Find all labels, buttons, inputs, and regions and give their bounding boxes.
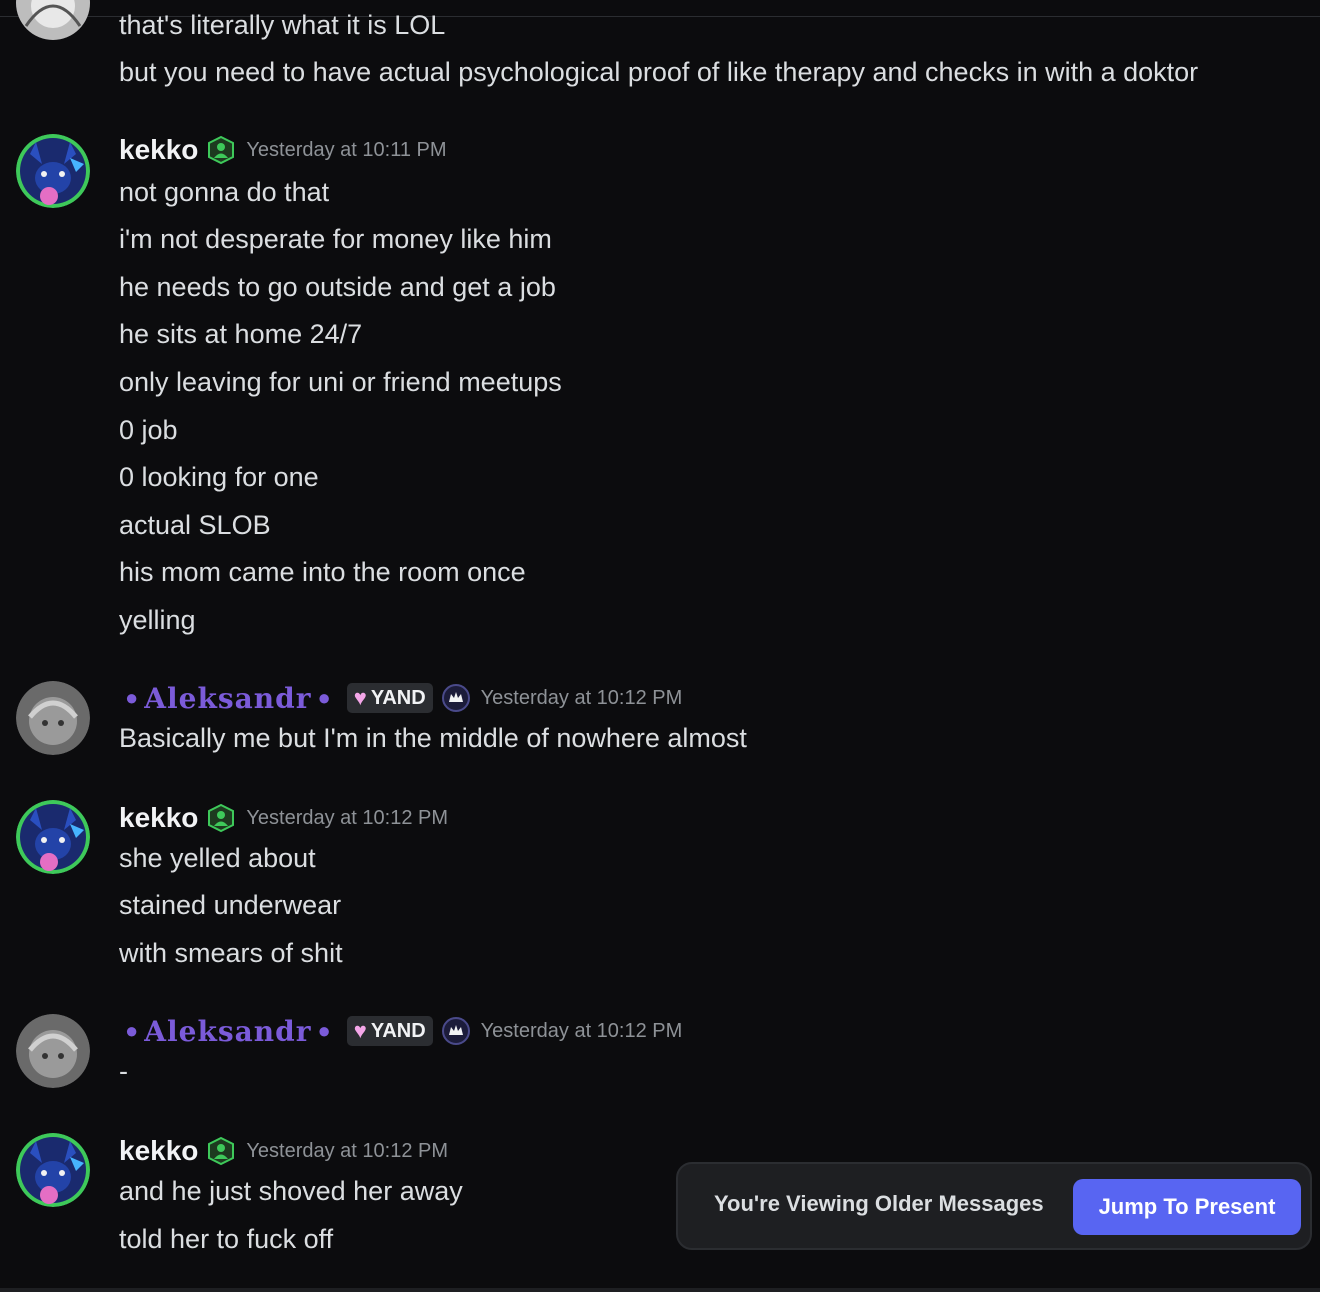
person-badge-icon[interactable] bbox=[206, 135, 236, 165]
avatar[interactable] bbox=[16, 800, 90, 874]
message-header: ● Aleksandr ● ♥ YAND Yesterday at 10:12 P… bbox=[119, 681, 682, 715]
username[interactable]: Aleksandr bbox=[144, 682, 311, 715]
message-line: and he just shoved her away bbox=[119, 1176, 463, 1206]
message-header: kekko Yesterday at 10:12 PM bbox=[119, 801, 448, 835]
avatar[interactable] bbox=[16, 681, 90, 755]
message-line: i'm not desperate for money like him bbox=[119, 224, 552, 254]
message-header: ● Aleksandr ● ♥ YAND Yesterday at 10:12 P… bbox=[119, 1014, 682, 1048]
username[interactable]: kekko bbox=[119, 802, 198, 834]
bottom-divider bbox=[0, 1288, 1320, 1292]
older-messages-text: You're Viewing Older Messages bbox=[714, 1191, 1044, 1216]
guild-tag[interactable]: ♥ YAND bbox=[346, 683, 433, 713]
message-line: told her to fuck off bbox=[119, 1224, 334, 1254]
message-line: with smears of shit bbox=[119, 938, 343, 968]
message-line: - bbox=[119, 1056, 128, 1086]
person-badge-icon[interactable] bbox=[206, 1136, 236, 1166]
avatar[interactable] bbox=[16, 0, 90, 40]
message-line: that's literally what it is LOL bbox=[119, 10, 446, 40]
message-line: 0 job bbox=[119, 415, 178, 445]
older-messages-banner: You're Viewing Older Messages Jump To Pr… bbox=[676, 1162, 1312, 1250]
username[interactable]: kekko bbox=[119, 1135, 198, 1167]
avatar[interactable] bbox=[16, 1014, 90, 1088]
bullet-icon: ● bbox=[125, 685, 139, 710]
bullet-icon: ● bbox=[317, 685, 331, 710]
message-line: he needs to go outside and get a job bbox=[119, 272, 556, 302]
message-list: that's literally what it is LOL but you … bbox=[0, 0, 1320, 1292]
timestamp: Yesterday at 10:12 PM bbox=[480, 686, 683, 709]
message-line: only leaving for uni or friend meetups bbox=[119, 367, 562, 397]
username[interactable]: Aleksandr bbox=[144, 1015, 311, 1048]
message-line: actual SLOB bbox=[119, 510, 271, 540]
person-badge-icon[interactable] bbox=[206, 803, 236, 833]
guild-tag[interactable]: ♥ YAND bbox=[346, 1016, 433, 1046]
guild-tag-label: YAND bbox=[370, 1019, 426, 1042]
message-line: yelling bbox=[119, 605, 196, 635]
message-header: kekko Yesterday at 10:12 PM bbox=[119, 1134, 448, 1168]
message-header: kekko Yesterday at 10:11 PM bbox=[119, 133, 447, 167]
heart-icon: ♥ bbox=[353, 1018, 367, 1043]
timestamp: Yesterday at 10:12 PM bbox=[480, 1019, 683, 1042]
timestamp: Yesterday at 10:12 PM bbox=[246, 1139, 449, 1162]
timestamp: Yesterday at 10:11 PM bbox=[246, 138, 447, 161]
message-line: stained underwear bbox=[119, 890, 342, 920]
jump-to-present-button[interactable]: Jump To Present bbox=[1073, 1179, 1301, 1235]
heart-icon: ♥ bbox=[353, 685, 367, 710]
avatar[interactable] bbox=[16, 1133, 90, 1207]
bullet-icon: ● bbox=[317, 1018, 331, 1043]
crown-badge-icon[interactable] bbox=[441, 1016, 471, 1046]
message-line: Basically me but I'm in the middle of no… bbox=[119, 723, 747, 753]
message-line: 0 looking for one bbox=[119, 462, 319, 492]
message-line: but you need to have actual psychologica… bbox=[119, 57, 1199, 87]
message-line: she yelled about bbox=[119, 843, 316, 873]
crown-badge-icon[interactable] bbox=[441, 683, 471, 713]
message-line: he sits at home 24/7 bbox=[119, 319, 363, 349]
message-line: his mom came into the room once bbox=[119, 557, 526, 587]
avatar[interactable] bbox=[16, 134, 90, 208]
bullet-icon: ● bbox=[125, 1018, 139, 1043]
timestamp: Yesterday at 10:12 PM bbox=[246, 806, 449, 829]
guild-tag-label: YAND bbox=[370, 686, 426, 709]
username[interactable]: kekko bbox=[119, 134, 198, 166]
message-line: not gonna do that bbox=[119, 177, 330, 207]
